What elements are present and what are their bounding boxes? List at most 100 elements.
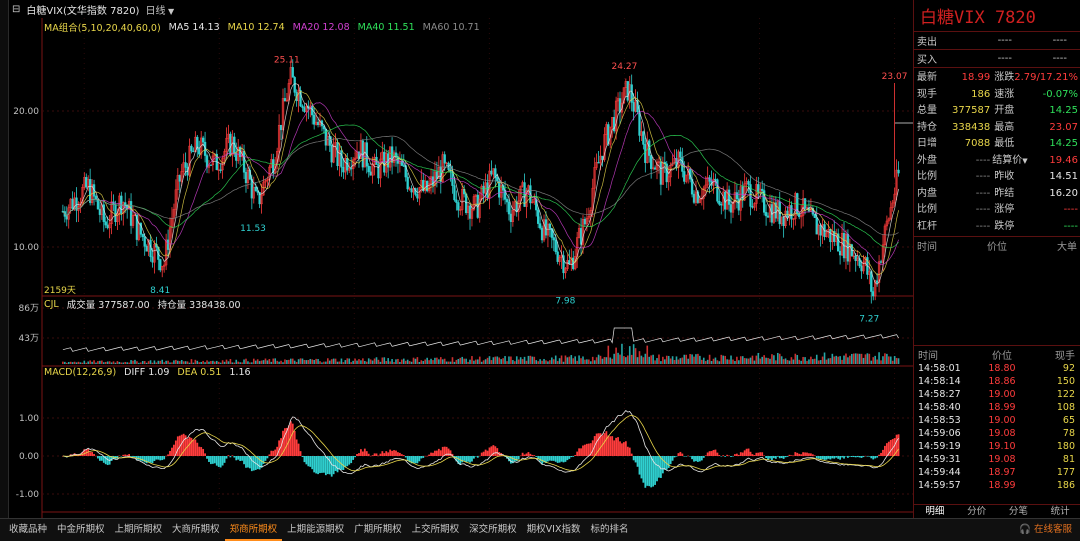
macd-bar: [860, 456, 863, 458]
candle-body: [642, 131, 645, 145]
chevron-down-icon: ▼: [165, 6, 175, 16]
sell-price: ----: [997, 35, 1012, 46]
volume-bar: [837, 356, 839, 364]
volume-bar: [83, 360, 86, 364]
market-tab[interactable]: 广期所期权: [349, 519, 407, 541]
candle-body: [94, 195, 98, 200]
buy-vol: ----: [1052, 53, 1067, 64]
market-tab[interactable]: 中金所期权: [52, 519, 110, 541]
candle-body: [692, 193, 696, 203]
volume-bar: [252, 358, 255, 364]
market-tab[interactable]: 深交所期权: [464, 519, 522, 541]
candle-body: [720, 204, 723, 206]
macd-bar: [379, 453, 382, 456]
macd-bar: [151, 456, 154, 464]
macd-bar: [833, 456, 836, 459]
volume-legend-label[interactable]: CJL: [44, 299, 59, 310]
volume-bar: [229, 359, 232, 364]
market-tab[interactable]: 上期能源期权: [282, 519, 349, 541]
volume-bar: [463, 358, 465, 364]
market-tab[interactable]: 收藏品种: [4, 519, 52, 541]
candle-body: [406, 176, 409, 190]
macd-bar: [324, 456, 327, 476]
macd-bar: [387, 452, 390, 456]
headset-icon: 🎧: [1019, 524, 1031, 535]
macd-bar: [667, 456, 670, 468]
macd-bar: [753, 455, 756, 456]
macd-bar: [200, 447, 203, 456]
volume-bar: [436, 357, 438, 364]
macd-bar: [336, 456, 339, 473]
macd-bar: [373, 453, 376, 456]
volume-bar: [350, 362, 352, 364]
macd-bar: [772, 456, 775, 459]
symbol-title[interactable]: 白糖VIX(文华指数 7820): [26, 2, 139, 17]
trade-qty: 180: [1056, 441, 1075, 452]
tab-detail[interactable]: 明细: [914, 505, 956, 518]
macd-bar: [813, 455, 816, 456]
market-tab[interactable]: 上期所期权: [110, 519, 168, 541]
candle-body: [301, 105, 304, 108]
volume-bar: [804, 357, 806, 364]
macd-bar: [831, 456, 834, 459]
quote-title: 白糖VIX 7820: [914, 0, 1080, 32]
market-tab[interactable]: 标的排名: [585, 519, 633, 541]
macd-bar: [147, 456, 150, 462]
volume-bar: [149, 360, 152, 364]
volume-bar: [586, 359, 588, 364]
trade-qty: 177: [1056, 467, 1075, 478]
volume-bar: [64, 361, 66, 364]
volume-bar: [69, 361, 72, 364]
volume-bar: [860, 353, 863, 364]
macd-bar: [609, 436, 612, 456]
macd-bar: [250, 456, 253, 472]
market-tab[interactable]: 期权VIX指数: [522, 519, 586, 541]
volume-bar: [685, 354, 688, 364]
volume-bar: [813, 358, 816, 364]
macd-bar: [636, 456, 639, 467]
macd-bar: [792, 455, 795, 457]
volume-bar: [888, 356, 890, 364]
double-dash-icon[interactable]: ⊟: [12, 4, 20, 15]
macd-bar: [252, 456, 255, 471]
macd-bar: [798, 453, 801, 456]
candle-body: [416, 194, 419, 199]
volume-bar: [266, 360, 269, 364]
volume-bar: [504, 356, 506, 364]
macd-bar: [661, 456, 664, 474]
macd-bar: [463, 456, 466, 461]
tab-tick[interactable]: 分笔: [998, 505, 1040, 518]
volume-bar: [605, 357, 608, 364]
macd-bar: [605, 431, 608, 456]
macd-bar: [864, 455, 867, 457]
macd-bar: [122, 454, 125, 456]
candle-body: [638, 111, 641, 136]
quote-label: 日增: [917, 138, 937, 149]
volume-bar: [89, 360, 91, 364]
period-selector[interactable]: 日线 ▼: [145, 2, 174, 17]
tab-price-distribution[interactable]: 分价: [956, 505, 998, 518]
volume-bar: [601, 358, 604, 364]
macd-legend-label[interactable]: MACD(12,26,9): [44, 367, 116, 378]
macd-bar: [208, 456, 210, 462]
market-tab[interactable]: 上交所期权: [407, 519, 465, 541]
buy-row: 买入 ---- ----: [914, 50, 1080, 68]
volume-bar: [738, 360, 740, 364]
online-service-button[interactable]: 🎧 在线客服: [1019, 519, 1072, 541]
big-order-list[interactable]: [914, 253, 1080, 346]
macd-bar: [841, 456, 843, 458]
kline-chart-area[interactable]: 20.0010.002018/03/012019/07/012020/11/02…: [8, 18, 913, 518]
candle-body: [166, 239, 170, 250]
macd-bar: [876, 456, 879, 458]
market-tab[interactable]: 郑商所期权: [224, 519, 283, 541]
ma-legend-label[interactable]: MA组合(5,10,20,40,60,0): [44, 20, 161, 34]
macd-bar: [712, 450, 715, 456]
market-tab[interactable]: 大商所期权: [167, 519, 225, 541]
volume-bar: [699, 355, 701, 364]
trades-time-header: 时间: [918, 350, 938, 362]
chart-svg[interactable]: 20.0010.002018/03/012019/07/012020/11/02…: [8, 18, 913, 518]
trades-list[interactable]: 14:58:01 18.80 92 14:58:14 18.86 150 14:58:27 1…: [914, 362, 1080, 492]
volume-bar: [819, 360, 822, 364]
candle-body: [813, 213, 816, 218]
tab-stats[interactable]: 统计: [1039, 505, 1080, 518]
